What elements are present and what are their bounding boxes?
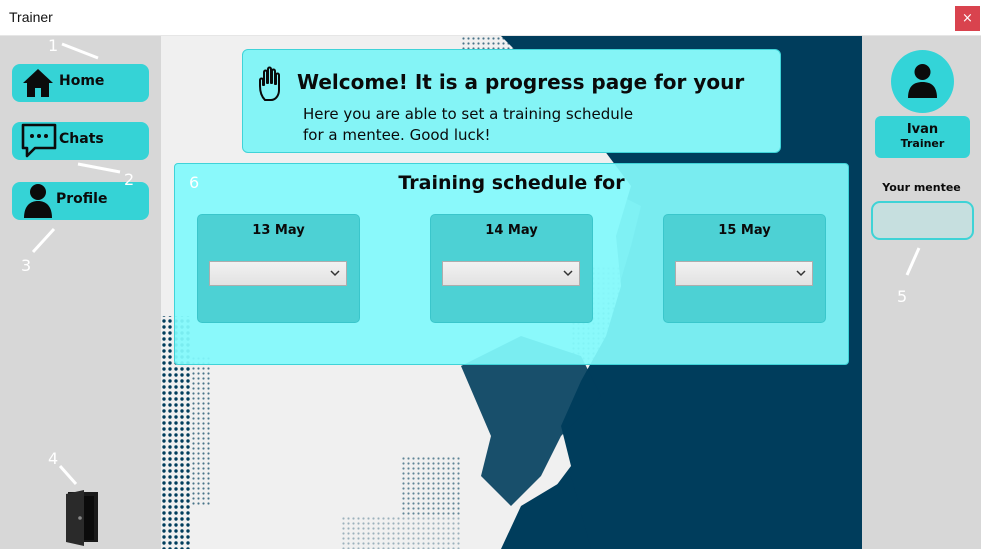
left-sidebar: Home Chats Profile	[0, 36, 161, 549]
home-label: Home	[59, 73, 105, 89]
user-icon	[24, 184, 52, 218]
annotation-6: 6	[189, 173, 200, 192]
day-label: 13 May	[252, 223, 305, 238]
main-content: Welcome! It is a progress page for your …	[161, 36, 862, 549]
chat-icon	[21, 123, 57, 158]
schedule-title: Training schedule for	[398, 172, 625, 194]
close-button[interactable]: ×	[955, 6, 980, 31]
user-icon	[908, 64, 937, 98]
day-select-15-may[interactable]	[675, 261, 813, 286]
window-title-bar: Trainer ×	[0, 0, 981, 36]
welcome-text: Here you are able to set a training sche…	[303, 104, 683, 146]
chevron-down-icon	[563, 270, 573, 277]
hand-icon	[259, 66, 280, 101]
chevron-down-icon	[330, 270, 340, 277]
mentee-label: Your mentee	[882, 181, 961, 194]
day-card-13-may: 13 May	[197, 214, 360, 323]
annotation-2: 2	[124, 170, 135, 189]
day-card-15-may: 15 May	[663, 214, 826, 323]
annotation-5: 5	[897, 287, 908, 306]
user-card: Ivan Trainer	[875, 116, 970, 158]
day-label: 15 May	[718, 223, 771, 238]
annotation-4: 4	[48, 449, 59, 468]
home-button[interactable]: Home	[12, 64, 149, 102]
welcome-title: Welcome! It is a progress page for your	[297, 70, 745, 94]
welcome-panel: Welcome! It is a progress page for your …	[242, 49, 781, 153]
right-sidebar: Ivan Trainer Your mentee	[862, 36, 981, 549]
chats-label: Chats	[59, 131, 104, 147]
user-name: Ivan	[906, 122, 939, 137]
day-select-14-may[interactable]	[442, 261, 580, 286]
welcome-line-1: Here you are able to set a training sche…	[303, 105, 634, 123]
schedule-panel: Training schedule for 13 May 14 May 15 M…	[174, 163, 849, 365]
user-role: Trainer	[900, 137, 945, 150]
day-select-13-may[interactable]	[209, 261, 347, 286]
welcome-line-2: for a mentee. Good luck!	[303, 126, 491, 144]
mentee-input[interactable]	[871, 201, 974, 240]
avatar[interactable]	[891, 50, 954, 113]
day-label: 14 May	[485, 223, 538, 238]
home-icon	[23, 69, 53, 97]
profile-label: Profile	[56, 191, 108, 207]
door-exit-icon[interactable]	[62, 488, 102, 548]
annotation-1: 1	[48, 36, 59, 55]
window-title: Trainer	[9, 9, 53, 25]
chats-button[interactable]: Chats	[12, 122, 149, 160]
annotation-3: 3	[21, 256, 32, 275]
day-card-14-may: 14 May	[430, 214, 593, 323]
chevron-down-icon	[796, 270, 806, 277]
